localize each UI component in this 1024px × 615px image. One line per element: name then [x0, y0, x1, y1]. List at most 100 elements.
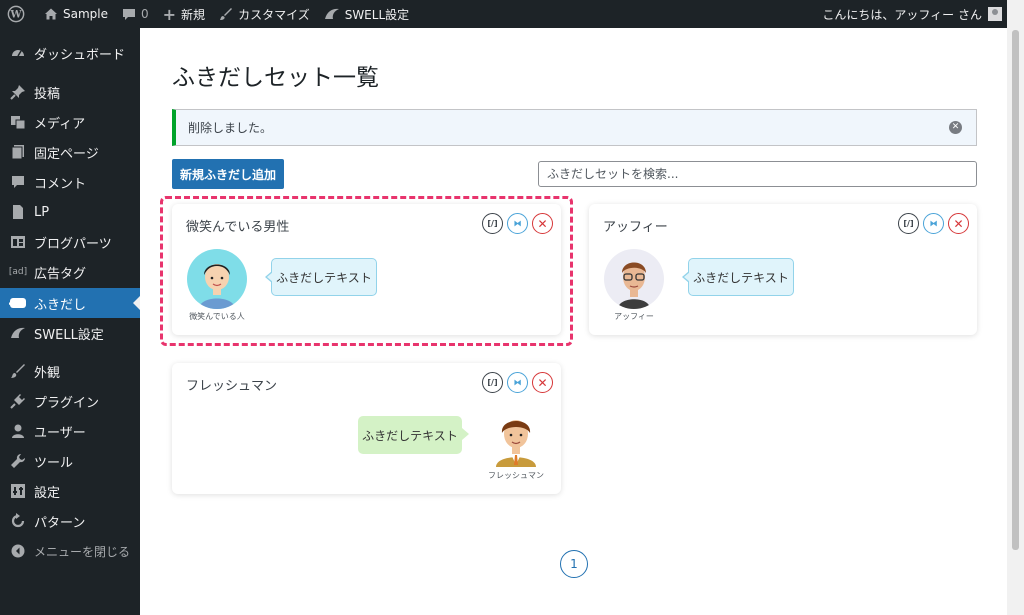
avatar-name: アッフィー	[614, 312, 654, 321]
sidebar-item-lp[interactable]: LP	[0, 197, 140, 227]
wrench-icon	[8, 451, 28, 471]
collapse-menu-button[interactable]: メニューを閉じる	[0, 536, 140, 566]
notice-text: 削除しました。	[188, 121, 273, 135]
avatar	[604, 249, 664, 309]
sidebar-item-settings[interactable]: 設定	[0, 476, 140, 506]
add-new-fukidashi-button[interactable]: 新規ふきだし追加	[172, 159, 284, 189]
search-input[interactable]	[538, 161, 977, 187]
avatar-name: フレッシュマン	[488, 471, 544, 480]
new-content-link[interactable]: + 新規	[156, 0, 212, 28]
ad-icon: [ad]	[8, 267, 28, 277]
page-icon	[8, 142, 28, 162]
account-menu[interactable]: こんにちは、アッフィー さん	[822, 0, 1002, 28]
plus-icon: +	[162, 4, 177, 24]
main-content: ふきだしセット一覧 削除しました。 ✕ 新規ふきだし追加 微笑んでいる男性 [/…	[140, 28, 1007, 615]
dismiss-notice-icon[interactable]: ✕	[949, 121, 962, 134]
site-name: Sample	[63, 7, 108, 21]
avatar	[988, 7, 1002, 21]
sidebar-item-label: ツール	[34, 455, 74, 471]
sidebar-item-ad-tags[interactable]: [ad] 広告タグ	[0, 257, 140, 287]
swell-label: SWELL設定	[344, 7, 410, 22]
pin-icon	[8, 82, 28, 102]
sidebar-item-posts[interactable]: 投稿	[0, 77, 140, 107]
sidebar-item-label: 広告タグ	[34, 266, 87, 282]
collapse-icon	[8, 541, 28, 561]
page-scrollbar[interactable]	[1007, 0, 1024, 615]
sidebar-item-label: SWELL設定	[34, 327, 104, 343]
sidebar-item-label: 設定	[34, 485, 61, 501]
greeting: こんにちは、アッフィー さん	[822, 7, 982, 22]
site-name-link[interactable]: Sample	[37, 0, 115, 28]
comments-count: 0	[141, 7, 149, 21]
sidebar-item-label: 投稿	[34, 86, 61, 102]
new-label: 新規	[181, 7, 206, 22]
svg-text:W: W	[9, 10, 22, 21]
sidebar-item-label: 外観	[34, 365, 61, 381]
layout-icon	[8, 232, 28, 252]
document-icon	[8, 202, 28, 222]
speech-bubble: ふきだしテキスト	[682, 258, 794, 296]
swell-icon	[8, 323, 28, 343]
speech-bubble: ふきだしテキスト	[358, 416, 469, 454]
duplicate-button[interactable]: ⧓	[923, 213, 944, 234]
page-title: ふきだしセット一覧	[172, 65, 379, 91]
highlight-frame	[160, 196, 573, 346]
card-title: アッフィー	[603, 220, 668, 235]
sidebar-item-dashboard[interactable]: ダッシュボード	[0, 38, 140, 68]
sidebar-item-label: ブログパーツ	[34, 236, 112, 252]
dashboard-icon	[8, 43, 28, 63]
comments-link[interactable]: 0	[115, 0, 156, 28]
sidebar-item-label: LP	[34, 204, 50, 220]
home-icon	[45, 8, 57, 20]
comment-icon	[8, 172, 28, 192]
card-actions: [/] ⧓ ✕	[482, 372, 553, 393]
swell-settings-link[interactable]: SWELL設定	[317, 0, 416, 28]
sidebar-item-label: パターン	[34, 515, 86, 531]
sidebar-item-label: メディア	[34, 116, 86, 132]
paintbrush-icon	[220, 8, 233, 20]
swell-icon	[324, 8, 339, 19]
user-icon	[8, 421, 28, 441]
sidebar-item-label: コメント	[34, 176, 87, 192]
pattern-icon	[8, 511, 28, 531]
card-actions: [/] ⧓ ✕	[898, 213, 969, 234]
customize-label: カスタマイズ	[238, 7, 310, 22]
duplicate-button[interactable]: ⧓	[507, 372, 528, 393]
sidebar-item-blog-parts[interactable]: ブログパーツ	[0, 227, 140, 257]
sidebar-item-appearance[interactable]: 外観	[0, 356, 140, 386]
sidebar-item-plugins[interactable]: プラグイン	[0, 386, 140, 416]
delete-button[interactable]: ✕	[532, 372, 553, 393]
scrollbar-thumb[interactable]	[1012, 30, 1019, 550]
success-notice: 削除しました。 ✕	[172, 109, 977, 146]
sidebar-item-swell-settings[interactable]: SWELL設定	[0, 318, 140, 348]
sidebar-item-fukidashi[interactable]: ふきだし	[0, 288, 140, 318]
sidebar-item-comments[interactable]: コメント	[0, 167, 140, 197]
settings-icon	[8, 481, 28, 501]
sidebar-item-label: プラグイン	[34, 395, 100, 411]
sidebar-item-label: ふきだし	[34, 297, 87, 313]
copy-shortcode-button[interactable]: [/]	[898, 213, 919, 234]
fukidashi-card: アッフィー [/] ⧓ ✕ アッフィー ふきだしテキスト	[589, 204, 977, 335]
copy-shortcode-button[interactable]: [/]	[482, 372, 503, 393]
admin-bar: W Sample 0 + 新規 カスタマイズ SWELL設定 こんにちは、アッフ…	[0, 0, 1024, 28]
admin-sidebar: ダッシュボード 投稿 メディア 固定ページ コメント LP ブログパーツ [ad…	[0, 28, 140, 615]
paintbrush-icon	[8, 361, 28, 381]
wordpress-logo-icon[interactable]: W	[0, 0, 37, 28]
sidebar-item-pages[interactable]: 固定ページ	[0, 137, 140, 167]
sidebar-item-tools[interactable]: ツール	[0, 446, 140, 476]
sidebar-item-label: メニューを閉じる	[34, 544, 131, 559]
media-icon	[8, 112, 28, 132]
comment-icon	[123, 9, 135, 20]
sidebar-item-media[interactable]: メディア	[0, 107, 140, 137]
pagination-current-page[interactable]: 1	[560, 550, 588, 578]
speech-bubble-icon	[8, 293, 28, 313]
avatar	[486, 407, 546, 467]
plugin-icon	[8, 391, 28, 411]
customize-link[interactable]: カスタマイズ	[212, 0, 317, 28]
delete-button[interactable]: ✕	[948, 213, 969, 234]
card-title: フレッシュマン	[186, 379, 278, 394]
sidebar-item-users[interactable]: ユーザー	[0, 416, 140, 446]
sidebar-item-label: 固定ページ	[34, 146, 99, 162]
sidebar-item-patterns[interactable]: パターン	[0, 506, 140, 536]
sidebar-item-label: ユーザー	[34, 425, 86, 441]
